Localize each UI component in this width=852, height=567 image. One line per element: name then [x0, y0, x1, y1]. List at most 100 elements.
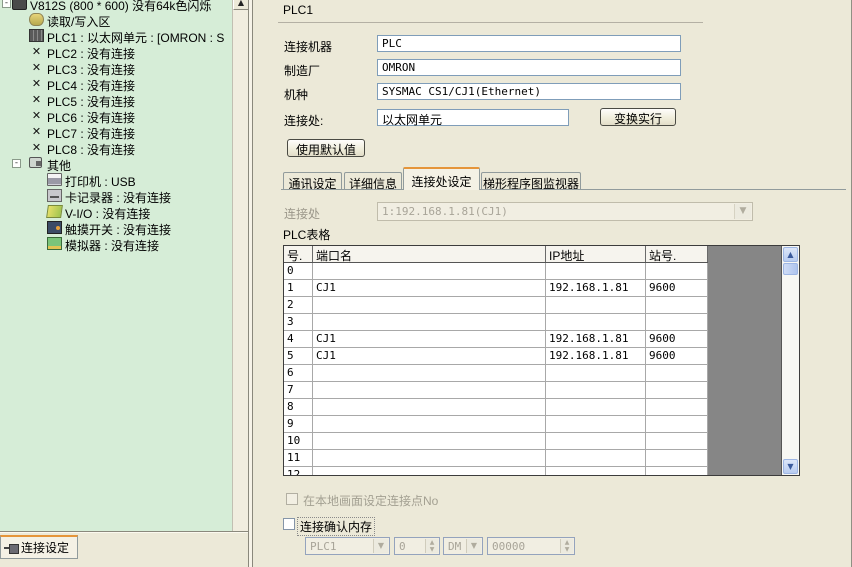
tree-expander-icon[interactable]: -	[2, 0, 11, 8]
table-cell[interactable]	[646, 416, 708, 432]
tab-1[interactable]: 通讯设定	[283, 172, 342, 190]
table-cell[interactable]: 5	[284, 348, 313, 364]
table-cell[interactable]	[646, 433, 708, 449]
table-cell[interactable]	[313, 433, 546, 449]
tab-connection-settings[interactable]: 连接设定	[0, 535, 78, 559]
table-cell[interactable]: 8	[284, 399, 313, 415]
manufacturer-field[interactable]: OMRON	[377, 59, 681, 76]
table-cell[interactable]: 3	[284, 314, 313, 330]
tree-item[interactable]: ✕PLC2 : 没有连接	[0, 44, 232, 60]
tree-item[interactable]: ✕PLC3 : 没有连接	[0, 60, 232, 76]
table-cell[interactable]	[313, 297, 546, 313]
connected-device-field[interactable]: PLC	[377, 35, 681, 52]
table-cell[interactable]: 12	[284, 467, 313, 476]
confirm-memory-checkbox[interactable]	[283, 518, 295, 530]
connection-settings-icon	[4, 542, 18, 553]
scroll-up-icon[interactable]: ▲	[783, 247, 798, 262]
table-cell[interactable]	[646, 399, 708, 415]
table-cell[interactable]	[646, 467, 708, 476]
table-cell[interactable]: 192.168.1.81	[546, 348, 646, 364]
tree-item[interactable]: ✕PLC4 : 没有连接	[0, 76, 232, 92]
table-cell[interactable]	[313, 382, 546, 398]
use-default-button[interactable]: 使用默认值	[287, 139, 365, 157]
tab-4[interactable]: 梯形程序图监视器	[481, 172, 581, 190]
table-cell[interactable]	[546, 416, 646, 432]
table-cell[interactable]	[313, 416, 546, 432]
table-cell[interactable]: 2	[284, 297, 313, 313]
table-cell[interactable]	[546, 433, 646, 449]
tree-item[interactable]: 触摸开关 : 没有连接	[0, 220, 232, 236]
table-cell[interactable]: 9	[284, 416, 313, 432]
table-scrollbar[interactable]: ▲ ▼	[782, 246, 799, 475]
tree-expander-icon[interactable]: -	[12, 159, 21, 168]
read-write-area-icon	[29, 13, 44, 26]
table-cell[interactable]: 9600	[646, 280, 708, 296]
tree-item[interactable]: 读取/写入区	[0, 12, 232, 28]
table-cell[interactable]	[546, 382, 646, 398]
card-recorder-icon	[47, 189, 62, 202]
table-cell[interactable]: 6	[284, 365, 313, 381]
table-cell[interactable]	[313, 450, 546, 466]
scrollbar-thumb[interactable]	[783, 263, 798, 275]
tab-connection-settings-label: 连接设定	[21, 539, 69, 556]
table-cell[interactable]: CJ1	[313, 331, 546, 347]
table-cell[interactable]: 1	[284, 280, 313, 296]
tab-3[interactable]: 连接处设定	[403, 167, 480, 190]
table-cell[interactable]	[313, 263, 546, 279]
table-cell[interactable]	[646, 382, 708, 398]
convert-execute-button[interactable]: 变换实行	[600, 108, 676, 126]
table-cell[interactable]: 10	[284, 433, 313, 449]
scroll-down-icon[interactable]: ▼	[783, 459, 798, 474]
table-cell[interactable]	[546, 467, 646, 476]
tree-item[interactable]: ✕PLC8 : 没有连接	[0, 140, 232, 156]
table-cell[interactable]	[646, 297, 708, 313]
tree-scrollbar[interactable]: ▲ ▼	[232, 0, 248, 567]
table-cell[interactable]	[546, 314, 646, 330]
tree-item[interactable]: PLC1 : 以太网单元 : [OMRON : S	[0, 28, 232, 44]
table-cell[interactable]	[313, 314, 546, 330]
table-cell[interactable]: 192.168.1.81	[546, 280, 646, 296]
column-header[interactable]: 端口名	[313, 246, 546, 262]
table-cell[interactable]	[546, 450, 646, 466]
table-cell[interactable]	[546, 297, 646, 313]
table-cell[interactable]	[313, 467, 546, 476]
no-connection-icon: ✕	[29, 93, 44, 106]
tree-item[interactable]: 打印机 : USB	[0, 172, 232, 188]
table-cell[interactable]	[313, 399, 546, 415]
table-cell[interactable]: 9600	[646, 331, 708, 347]
tree-item[interactable]: ✕PLC5 : 没有连接	[0, 92, 232, 108]
tree-item[interactable]: V-I/O : 没有连接	[0, 204, 232, 220]
tree-item[interactable]: 卡记录器 : 没有连接	[0, 188, 232, 204]
table-cell[interactable]	[546, 399, 646, 415]
column-header[interactable]: 站号.	[646, 246, 708, 262]
table-cell[interactable]: 0	[284, 263, 313, 279]
column-header[interactable]: IP地址	[546, 246, 646, 262]
table-cell[interactable]	[646, 314, 708, 330]
left-bottom-tab-strip: 连接设定	[0, 531, 248, 567]
table-cell[interactable]: 9600	[646, 348, 708, 364]
table-cell[interactable]	[546, 365, 646, 381]
model-field[interactable]: SYSMAC CS1/CJ1(Ethernet)	[377, 83, 681, 100]
tree-item[interactable]: 模拟器 : 没有连接	[0, 236, 232, 252]
table-cell[interactable]: 192.168.1.81	[546, 331, 646, 347]
title-divider	[278, 22, 703, 23]
connection-target-field[interactable]: 以太网单元	[377, 109, 569, 126]
table-cell[interactable]: 7	[284, 382, 313, 398]
tree-item[interactable]: ✕PLC7 : 没有连接	[0, 124, 232, 140]
table-cell[interactable]: CJ1	[313, 348, 546, 364]
column-header[interactable]: 号.	[284, 246, 313, 262]
tree-item[interactable]: -V812S (800 * 600) 没有64k色闪烁	[0, 0, 232, 12]
tab-2[interactable]: 详细信息	[344, 172, 402, 190]
table-cell[interactable]	[646, 263, 708, 279]
table-cell[interactable]	[313, 365, 546, 381]
model-label: 机种	[284, 86, 308, 103]
scroll-up-icon[interactable]: ▲	[233, 0, 249, 10]
table-cell[interactable]	[646, 365, 708, 381]
tree-item[interactable]: -其他	[0, 156, 232, 172]
table-cell[interactable]: CJ1	[313, 280, 546, 296]
table-cell[interactable]	[646, 450, 708, 466]
table-cell[interactable]	[546, 263, 646, 279]
table-cell[interactable]: 11	[284, 450, 313, 466]
table-cell[interactable]: 4	[284, 331, 313, 347]
tree-item[interactable]: ✕PLC6 : 没有连接	[0, 108, 232, 124]
